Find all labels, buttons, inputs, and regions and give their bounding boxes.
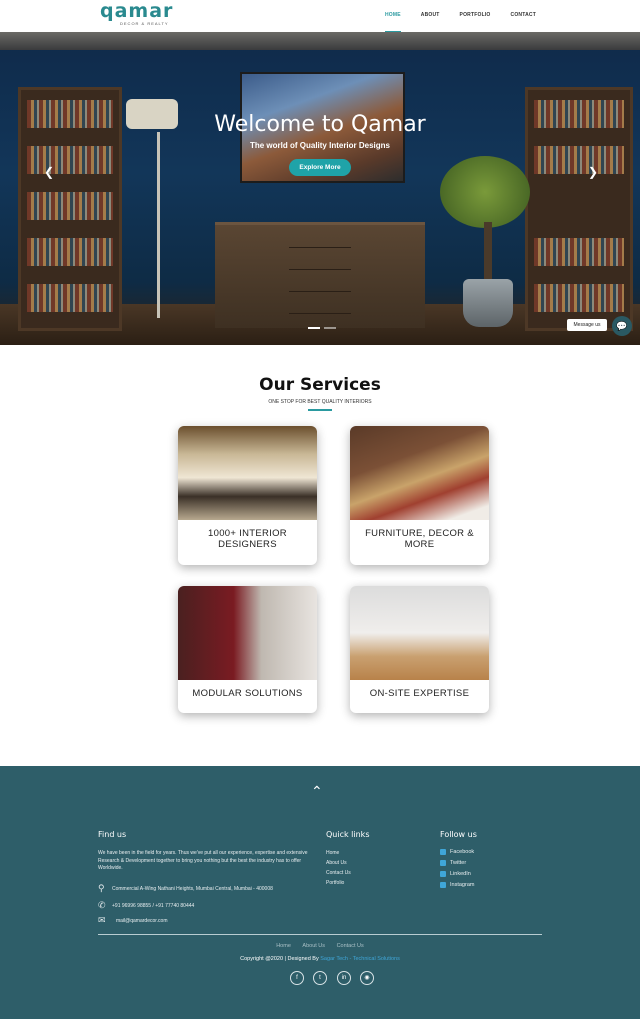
quick-link-contact[interactable]: Contact Us bbox=[326, 870, 351, 876]
twitter-icon bbox=[440, 860, 446, 866]
follow-facebook[interactable]: Facebook bbox=[440, 849, 474, 855]
hero-subtitle: The world of Quality Interior Designs bbox=[249, 141, 390, 150]
service-card-label: FURNITURE, DECOR & MORE bbox=[365, 528, 474, 550]
address-row: ⚲ Commercial A-Wing Nathani Heights, Mum… bbox=[98, 883, 273, 894]
copyright-text: Copyright @2020 | Designed By bbox=[240, 956, 319, 962]
phone-text: +91 96996 98855 / +91 77740 80444 bbox=[112, 902, 195, 909]
service-card-modular-solutions[interactable]: MODULAR SOLUTIONS bbox=[178, 586, 317, 713]
email-row: ✉ mail@qamardecor.com bbox=[98, 915, 167, 926]
wooden-cabinet bbox=[215, 222, 425, 328]
message-us-label[interactable]: Message us bbox=[567, 319, 607, 331]
instagram-icon[interactable]: ◉ bbox=[360, 971, 374, 985]
nav-contact[interactable]: CONTACT bbox=[511, 0, 536, 32]
follow-label: Instagram bbox=[450, 882, 475, 888]
scroll-top-icon[interactable]: ⌃ bbox=[311, 783, 323, 800]
facebook-icon[interactable]: f bbox=[290, 971, 304, 985]
service-card-label: 1000+ INTERIOR DESIGNERS bbox=[208, 528, 287, 550]
follow-twitter[interactable]: Twitter bbox=[440, 860, 466, 866]
email-text[interactable]: mail@qamardecor.com bbox=[116, 918, 167, 924]
address-text: Commercial A-Wing Nathani Heights, Mumba… bbox=[112, 885, 273, 892]
instagram-icon bbox=[440, 882, 446, 888]
service-card-furniture-decor[interactable]: FURNITURE, DECOR & MORE bbox=[350, 426, 489, 565]
phone-row: ✆ +91 96996 98855 / +91 77740 80444 bbox=[98, 900, 194, 911]
onsite-image bbox=[350, 586, 489, 680]
dining-room-image bbox=[178, 426, 317, 520]
nav-about[interactable]: ABOUT bbox=[421, 0, 440, 32]
services-title: Our Services bbox=[259, 375, 381, 395]
site-header: qamar DECOR & REALTY HOME ABOUT PORTFOLI… bbox=[0, 0, 640, 32]
logo-text: qamar bbox=[100, 0, 174, 22]
designer-link[interactable]: Sagar Tech - Technical Solutions bbox=[320, 956, 400, 962]
logo-tagline: DECOR & REALTY bbox=[120, 21, 169, 26]
carousel-prev-icon[interactable]: ❮ bbox=[44, 165, 54, 179]
service-card-label: MODULAR SOLUTIONS bbox=[192, 688, 303, 699]
follow-us-heading: Follow us bbox=[440, 830, 477, 839]
services-divider bbox=[308, 409, 332, 411]
quick-link-home[interactable]: Home bbox=[326, 850, 339, 856]
plant-pot bbox=[463, 279, 513, 327]
hero-carousel: Welcome to Qamar The world of Quality In… bbox=[0, 32, 640, 345]
footer-divider bbox=[98, 934, 542, 935]
carousel-dot-2[interactable] bbox=[324, 327, 336, 329]
find-us-text: We have been in the field for years. Thu… bbox=[98, 850, 308, 871]
bottom-link-contact[interactable]: Contact Us bbox=[337, 943, 364, 949]
follow-label: Twitter bbox=[450, 860, 467, 866]
bottom-link-home[interactable]: Home bbox=[276, 943, 291, 949]
services-subtitle: ONE STOP FOR BEST QUALITY INTERIORS bbox=[268, 399, 372, 405]
footer-bottom-links: Home About Us Contact Us bbox=[0, 943, 640, 949]
service-card-onsite-expertise[interactable]: ON-SITE EXPERTISE bbox=[350, 586, 489, 713]
main-nav: HOME ABOUT PORTFOLIO CONTACT bbox=[365, 0, 536, 32]
facebook-icon bbox=[440, 849, 446, 855]
explore-more-button[interactable]: Explore More bbox=[289, 159, 351, 176]
quick-links-heading: Quick links bbox=[326, 830, 370, 839]
bonsai-tree bbox=[440, 156, 530, 228]
copyright: Copyright @2020 | Designed By Sagar Tech… bbox=[0, 956, 640, 962]
nav-portfolio[interactable]: PORTFOLIO bbox=[460, 0, 491, 32]
carousel-next-icon[interactable]: ❯ bbox=[588, 165, 598, 179]
twitter-icon[interactable]: t bbox=[313, 971, 327, 985]
furniture-image bbox=[350, 426, 489, 520]
phone-icon: ✆ bbox=[98, 900, 106, 910]
linkedin-icon bbox=[440, 871, 446, 877]
bonsai-trunk bbox=[484, 222, 492, 282]
nav-home[interactable]: HOME bbox=[384, 0, 401, 32]
service-card-interior-designers[interactable]: 1000+ INTERIOR DESIGNERS bbox=[178, 426, 317, 565]
quick-link-portfolio[interactable]: Portfolio bbox=[326, 880, 344, 886]
chat-icon[interactable]: 💬 bbox=[612, 316, 632, 336]
hero-title: Welcome to Qamar bbox=[214, 112, 426, 137]
location-pin-icon: ⚲ bbox=[98, 883, 105, 893]
envelope-icon: ✉ bbox=[98, 915, 106, 925]
follow-instagram[interactable]: Instagram bbox=[440, 882, 474, 888]
quick-link-about[interactable]: About Us bbox=[326, 860, 347, 866]
follow-label: Facebook bbox=[450, 849, 475, 855]
find-us-heading: Find us bbox=[98, 830, 127, 839]
site-footer: ⌃ Find us We have been in the field for … bbox=[0, 766, 640, 1019]
floor-lamp-pole bbox=[157, 132, 160, 318]
follow-label: LinkedIn bbox=[450, 871, 471, 877]
hero-ceiling bbox=[0, 32, 640, 50]
kitchen-image bbox=[178, 586, 317, 680]
carousel-dot-1[interactable] bbox=[308, 327, 320, 329]
service-card-label: ON-SITE EXPERTISE bbox=[369, 688, 470, 699]
carousel-indicators bbox=[306, 327, 338, 329]
bottom-link-about[interactable]: About Us bbox=[302, 943, 325, 949]
follow-linkedin[interactable]: LinkedIn bbox=[440, 871, 471, 877]
qamar-logo[interactable]: qamar DECOR & REALTY bbox=[100, 0, 184, 28]
linkedin-icon[interactable]: in bbox=[337, 971, 351, 985]
